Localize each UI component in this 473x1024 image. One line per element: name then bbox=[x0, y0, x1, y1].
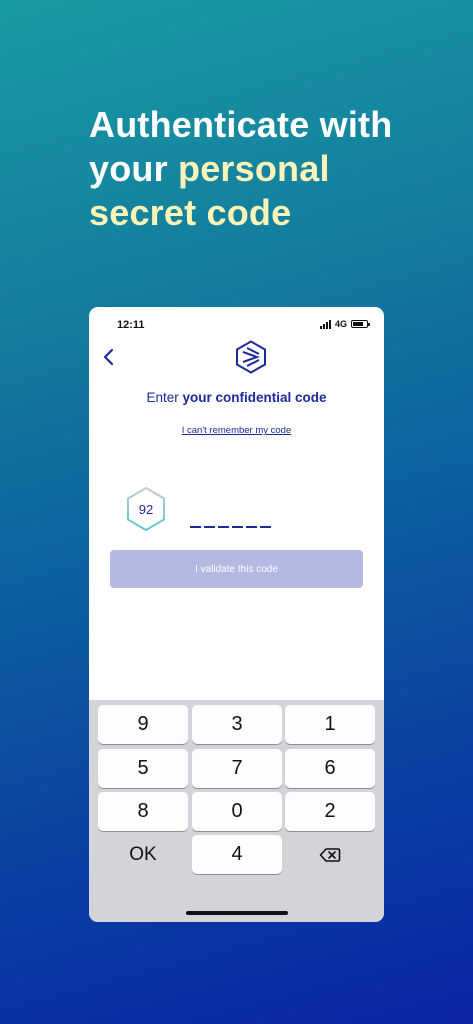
keypad-key[interactable]: 8 bbox=[98, 792, 188, 831]
validate-code-button[interactable]: I validate this code bbox=[110, 550, 363, 588]
headline-line-1: Authenticate with bbox=[89, 104, 393, 145]
promo-headline: Authenticate with your personal secret c… bbox=[89, 103, 449, 235]
screen-title: Enter your confidential code bbox=[89, 390, 384, 405]
status-bar: 12:11 4G bbox=[89, 307, 384, 341]
keypad-key[interactable]: 7 bbox=[192, 749, 282, 788]
title-bold: your confidential code bbox=[182, 390, 327, 405]
keypad-key[interactable]: 5 bbox=[98, 749, 188, 788]
keypad-key[interactable]: 9 bbox=[98, 705, 188, 744]
app-logo-icon bbox=[236, 340, 266, 374]
keypad-key[interactable]: 0 bbox=[192, 792, 282, 831]
code-slot bbox=[190, 526, 201, 528]
security-number: 92 bbox=[138, 501, 154, 517]
code-slot bbox=[232, 526, 243, 528]
numeric-keypad: 9 3 1 5 7 6 8 0 2 OK 4 bbox=[89, 700, 384, 922]
backspace-icon bbox=[319, 847, 341, 862]
keypad-key[interactable]: 2 bbox=[285, 792, 375, 831]
phone-mockup: 12:11 4G Enter your confidential code I … bbox=[89, 307, 384, 922]
status-indicators: 4G bbox=[319, 319, 370, 329]
keypad-key[interactable]: 1 bbox=[285, 705, 375, 744]
code-slot bbox=[260, 526, 271, 528]
signal-icon bbox=[319, 319, 331, 329]
headline-line-2-start: your bbox=[89, 148, 179, 189]
back-chevron-icon[interactable] bbox=[99, 347, 119, 367]
status-time: 12:11 bbox=[117, 319, 145, 331]
keypad-delete-key[interactable] bbox=[285, 835, 375, 874]
headline-line-2: your personal bbox=[89, 147, 449, 191]
code-entry-field bbox=[190, 526, 271, 528]
code-slot bbox=[204, 526, 215, 528]
keypad-key[interactable]: 3 bbox=[192, 705, 282, 744]
keypad-ok-key[interactable]: OK bbox=[98, 835, 188, 874]
title-prefix: Enter bbox=[146, 390, 183, 405]
headline-highlight-personal: personal bbox=[178, 148, 330, 189]
keypad-key[interactable]: 4 bbox=[192, 835, 282, 874]
code-slot bbox=[218, 526, 229, 528]
home-indicator bbox=[186, 911, 288, 915]
keypad-key[interactable]: 6 bbox=[285, 749, 375, 788]
network-label: 4G bbox=[334, 319, 347, 329]
code-slot bbox=[246, 526, 257, 528]
battery-icon bbox=[351, 320, 370, 328]
forgot-code-link[interactable]: I can't remember my code bbox=[89, 425, 384, 436]
headline-line-3: secret code bbox=[89, 192, 292, 233]
